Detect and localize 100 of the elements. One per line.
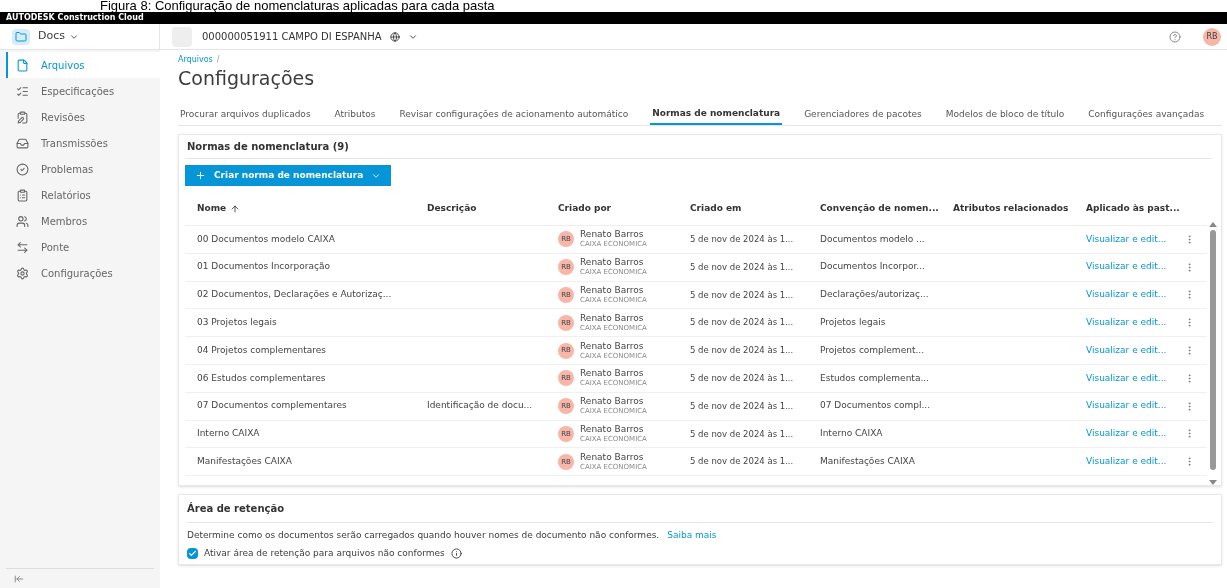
learn-more-link[interactable]: Saiba mais <box>667 529 717 543</box>
globe-icon <box>389 31 400 42</box>
view-edit-link[interactable]: Visualizar e edit... <box>1074 343 1184 358</box>
sidebar-item[interactable]: Configurações <box>6 260 160 286</box>
table-cell-text: 5 de nov de 2024 às 1... <box>689 455 795 469</box>
column-header[interactable]: Convenção de nomen... <box>808 201 941 216</box>
scrollbar-thumb[interactable] <box>1210 230 1216 470</box>
table-cell-text: 5 de nov de 2024 às 1... <box>689 344 795 357</box>
creator-name: Renato Barros <box>580 229 645 240</box>
figure-caption: Figura 8: Configuração de nomenclaturas aplicadas para cada pasta <box>99 0 496 12</box>
table-cell-text: Interno CAIXA <box>196 427 261 441</box>
view-edit-link[interactable]: Visualizar e edit... <box>1074 427 1184 441</box>
creator-name: Renato Barros <box>580 423 645 434</box>
clipboard-icon <box>16 110 29 124</box>
sidebar-item[interactable]: Arquivos <box>6 52 160 78</box>
list-icon <box>16 84 29 98</box>
settings-tab[interactable]: Procurar arquivos duplicados <box>178 104 313 125</box>
view-edit-link[interactable]: Visualizar e edit... <box>1074 399 1184 413</box>
people-icon <box>16 214 29 228</box>
table-cell-text: 07 Documentos complementares <box>196 399 348 413</box>
table-cell-text: Documentos Incorpor... <box>819 260 926 274</box>
view-edit-link[interactable]: Visualizar e edit... <box>1074 316 1184 330</box>
table-cell-text: Manifestações CAIXA <box>819 455 916 468</box>
view-edit-link[interactable]: Visualizar e edit... <box>1074 288 1184 302</box>
table-cell-text: 03 Projetos legais <box>196 316 278 330</box>
table-cell-text: 5 de nov de 2024 às 1... <box>689 233 795 246</box>
creator-name: Renato Barros <box>580 257 645 268</box>
table-cell-text: 5 de nov de 2024 às 1... <box>689 399 795 413</box>
settings-tab[interactable]: Configurações avançadas <box>1086 104 1207 125</box>
creator-name: Renato Barros <box>580 285 645 295</box>
card-title: Área de retenção <box>187 495 1213 523</box>
arrows-icon <box>16 240 29 254</box>
table-cell-text: Estudos complementa... <box>819 371 930 385</box>
table-cell-text: 5 de nov de 2024 às 1... <box>689 260 795 274</box>
table-cell-text: 5 de nov de 2024 às 1... <box>689 427 795 441</box>
sort-icon <box>230 203 241 214</box>
breadcrumb-link[interactable]: Arquivos <box>178 54 213 66</box>
column-header[interactable]: Aplicado às past... <box>1074 201 1184 216</box>
settings-icon <box>16 266 29 280</box>
settings-tab[interactable]: Modelos de bloco de título <box>943 104 1067 125</box>
view-edit-link[interactable]: Visualizar e edit... <box>1074 260 1184 274</box>
table-cell-text: Projetos complement... <box>819 343 925 357</box>
settings-tab[interactable]: Gerenciadores de pacotes <box>802 104 924 125</box>
view-edit-link[interactable]: Visualizar e edit... <box>1074 232 1184 247</box>
column-header[interactable]: Criado em <box>678 201 808 216</box>
sidebar-item[interactable]: Especificações <box>6 78 160 104</box>
retention-description: Determine como os documentos serão carregados quando houver nomes de documento não conformes. <box>187 529 660 542</box>
project-selector[interactable]: 000000051911 CAMPO DI ESPANHA <box>202 29 418 44</box>
table-cell-text: 5 de nov de 2024 às 1... <box>689 372 795 385</box>
plus-icon <box>195 170 206 181</box>
help-icon[interactable] <box>1169 30 1181 43</box>
info-icon[interactable] <box>450 547 462 559</box>
view-edit-link[interactable]: Visualizar e edit... <box>1074 371 1184 386</box>
table-cell-text: 04 Projetos complementares <box>196 343 327 357</box>
settings-tab[interactable]: Atributos <box>332 104 378 125</box>
sidebar-item[interactable]: Membros <box>6 208 160 234</box>
folder-icon <box>12 28 30 45</box>
scroll-down-icon[interactable] <box>1209 480 1217 485</box>
table-cell-text: 07 Documentos compl... <box>819 399 931 413</box>
create-button[interactable]: Criar norma de nomenclatura <box>185 165 392 186</box>
table-cell-text: 06 Estudos complementares <box>196 371 327 385</box>
settings-tab[interactable]: Revisar configurações de acionamento automático <box>397 104 631 125</box>
creator-name: Renato Barros <box>580 451 645 462</box>
creator-name: Renato Barros <box>580 396 645 407</box>
table-cell-text: Projetos legais <box>819 316 887 330</box>
check-circle-icon <box>16 162 29 176</box>
table-cell-text: Declarações/autorizaç... <box>819 288 930 302</box>
card-title: Normas de nomenclatura (9) <box>185 135 1211 159</box>
table-cell-text: Manifestações CAIXA <box>196 455 293 468</box>
sidebar-item[interactable]: Ponte <box>6 234 160 260</box>
table-cell-text: 5 de nov de 2024 às 1... <box>689 288 795 302</box>
creator-name: Renato Barros <box>580 312 645 323</box>
table-cell-text: 02 Documentos, Declarações e Autorizaç... <box>196 288 393 302</box>
sidebar-item[interactable]: Problemas <box>6 156 160 182</box>
checkbox-label: Ativar área de retenção para arquivos não conformes <box>204 546 445 560</box>
column-header[interactable]: Atributos relacionados <box>941 201 1074 216</box>
table-cell: Identificação de docu... <box>427 400 533 411</box>
app-switcher[interactable]: Docs <box>38 28 79 45</box>
table-cell-text: Documentos modelo ... <box>819 232 926 246</box>
creator-name: Renato Barros <box>580 340 645 351</box>
table-cell-text: 00 Documentos modelo CAIXA <box>196 232 336 246</box>
collapse-icon[interactable] <box>14 573 24 584</box>
tray-icon <box>16 136 29 150</box>
column-header[interactable]: Criado por <box>546 201 678 216</box>
page-title: Configurações <box>178 66 316 90</box>
report-icon <box>16 188 29 202</box>
column-header[interactable]: Descrição <box>415 201 546 216</box>
sidebar-item[interactable]: Transmissões <box>6 130 160 156</box>
settings-tab[interactable]: Normas de nomenclatura <box>650 104 783 125</box>
file-icon <box>16 58 29 72</box>
sidebar-item[interactable]: Relatórios <box>6 182 160 208</box>
table-cell-text: 01 Documentos Incorporação <box>196 260 331 274</box>
creator-name: Renato Barros <box>580 368 645 379</box>
checkbox[interactable] <box>187 547 198 559</box>
brand-logo: AUTODESK Construction Cloud <box>6 14 144 22</box>
view-edit-link[interactable]: Visualizar e edit... <box>1074 455 1184 469</box>
user-avatar[interactable]: RB <box>1203 27 1221 46</box>
sidebar-item[interactable]: Revisões <box>6 104 160 130</box>
column-header[interactable]: Nome <box>185 201 415 216</box>
table-cell-text: 5 de nov de 2024 às 1... <box>689 316 795 330</box>
